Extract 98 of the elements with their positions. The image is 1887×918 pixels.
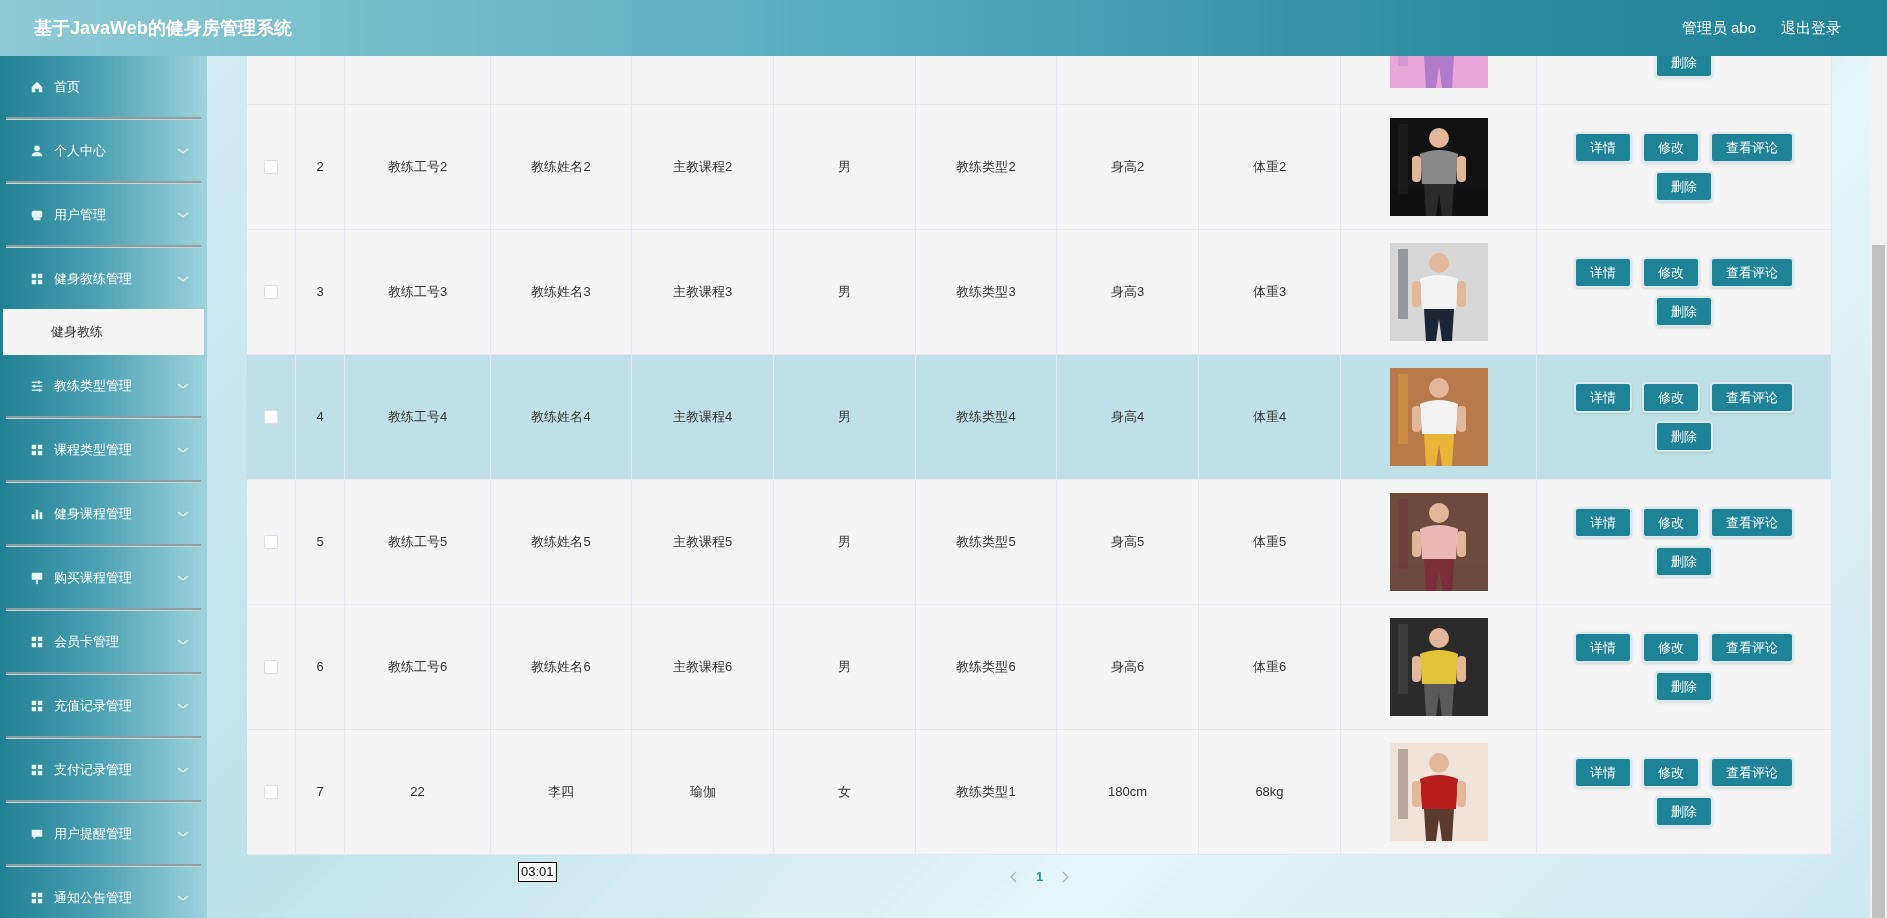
table-cell-text: 身高3: [1110, 283, 1145, 302]
sidebar-item[interactable]: 个人中心: [0, 120, 207, 181]
table-cell-text: 22: [410, 783, 425, 802]
sidebar-item[interactable]: 首页: [0, 56, 207, 117]
action-button[interactable]: 详情: [1574, 132, 1632, 163]
action-button[interactable]: 修改: [1642, 632, 1700, 663]
table-cell-text: 3: [316, 283, 324, 302]
action-button[interactable]: 查看评论: [1710, 132, 1794, 163]
app-title: 基于JavaWeb的健身房管理系统: [34, 16, 292, 40]
sidebar-item[interactable]: 健身教练管理: [0, 248, 207, 309]
page-number[interactable]: 1: [1027, 867, 1052, 887]
table-cell-text: 教练类型6: [956, 658, 1016, 677]
action-button[interactable]: 删除: [1655, 796, 1713, 827]
sidebar-item[interactable]: 充值记录管理: [0, 675, 207, 736]
action-button[interactable]: 修改: [1642, 382, 1700, 413]
table-cell-text: 教练姓名5: [531, 533, 591, 552]
table-row[interactable]: 2 教练工号2 教练姓名2 主教课程2 男 教练类型2 身高2 体重2 详情 修改 查看评论 删除: [247, 105, 1832, 230]
table-cell-text: 男: [838, 158, 851, 177]
table-row[interactable]: 5 教练工号5 教练姓名5 主教课程5 男 教练类型5 身高5 体重5 详情 修改 查看评论 删除: [247, 480, 1832, 605]
action-button[interactable]: 详情: [1574, 507, 1632, 538]
table-cell-text: 男: [838, 408, 851, 427]
table-cell-text: 体重2: [1252, 158, 1287, 177]
table-row[interactable]: 6 教练工号6 教练姓名6 主教课程6 男 教练类型6 身高6 体重6 详情 修改 查看评论 删除: [247, 605, 1832, 730]
sidebar-item[interactable]: 健身课程管理: [0, 483, 207, 544]
table-cell-text: 身高4: [1110, 408, 1145, 427]
sidebar-subitem[interactable]: 健身教练: [3, 309, 204, 355]
sidebar-item[interactable]: 会员卡管理: [0, 611, 207, 672]
action-button[interactable]: 查看评论: [1710, 257, 1794, 288]
table-cell-text: 教练类型1: [956, 783, 1016, 802]
action-button[interactable]: 删除: [1655, 421, 1713, 452]
table-cell-text: 主教课程5: [672, 533, 733, 552]
sidebar-item[interactable]: 教练类型管理: [0, 355, 207, 416]
table-cell-text: 体重4: [1252, 408, 1287, 427]
table-cell-text: 5: [316, 533, 324, 552]
table-cell-text: 身高6: [1110, 658, 1145, 677]
action-button[interactable]: 详情: [1574, 382, 1632, 413]
table-cell-text: 体重5: [1252, 533, 1287, 552]
action-button[interactable]: 查看评论: [1710, 382, 1794, 413]
table-row[interactable]: 4 教练工号4 教练姓名4 主教课程4 男 教练类型4 身高4 体重4 详情 修改 查看评论 删除: [247, 355, 1832, 480]
table-cell-text: 教练类型5: [956, 533, 1016, 552]
table-cell-text: 教练工号6: [387, 658, 448, 677]
table-cell-text: 体重3: [1252, 283, 1287, 302]
action-button[interactable]: 修改: [1642, 757, 1700, 788]
table-cell-text: 教练姓名4: [531, 408, 591, 427]
table-cell-text: 教练工号2: [387, 158, 448, 177]
table-cell-text: 李四: [548, 783, 574, 802]
table-cell-text: 男: [838, 533, 851, 552]
table-cell-text: 2: [316, 158, 324, 177]
table-row[interactable]: 7 22 李四 瑜伽 女 教练类型1 180cm 68kg 详情 修改 查看评论 删除: [247, 730, 1832, 855]
table-cell-text: 教练工号3: [387, 283, 448, 302]
table-cell-text: 教练类型4: [956, 408, 1016, 427]
action-button[interactable]: 删除: [1655, 546, 1713, 577]
sidebar-item[interactable]: 通知公告管理: [0, 867, 207, 918]
action-button[interactable]: 详情: [1574, 257, 1632, 288]
action-button[interactable]: 删除: [1655, 671, 1713, 702]
sidebar-item[interactable]: 课程类型管理: [0, 419, 207, 480]
table-cell-text: 6: [316, 658, 324, 677]
table-cell-text: 教练类型2: [956, 158, 1016, 177]
table-cell-text: 教练类型3: [956, 283, 1016, 302]
table-cell-text: 身高5: [1110, 533, 1145, 552]
table-cell-text: 180cm: [1108, 783, 1147, 802]
action-button[interactable]: 删除: [1655, 56, 1713, 78]
sidebar-item[interactable]: 支付记录管理: [0, 739, 207, 800]
user-name: 管理员 abo: [1681, 17, 1756, 38]
action-button[interactable]: 详情: [1574, 757, 1632, 788]
table-cell-text: 主教课程3: [672, 283, 733, 302]
table-cell-text: 7: [316, 783, 324, 802]
table-cell-text: 身高2: [1110, 158, 1145, 177]
table-cell-text: 瑜伽: [689, 783, 716, 802]
table-cell-text: 4: [316, 408, 324, 427]
table-cell-text: 体重6: [1252, 658, 1287, 677]
table-cell-text: 教练姓名6: [531, 658, 591, 677]
table-cell-text: 主教课程2: [672, 158, 733, 177]
sidebar-item[interactable]: 用户管理: [0, 184, 207, 245]
action-button[interactable]: 修改: [1642, 507, 1700, 538]
table-cell-text: 68kg: [1255, 783, 1284, 802]
action-button[interactable]: 删除: [1655, 296, 1713, 327]
time-tooltip: 03:01: [518, 862, 557, 882]
sidebar-item[interactable]: 用户提醒管理: [0, 803, 207, 864]
action-button[interactable]: 查看评论: [1710, 757, 1794, 788]
table-cell-text: 教练姓名3: [531, 283, 591, 302]
logout-link[interactable]: 退出登录: [1781, 16, 1841, 40]
action-button[interactable]: 查看评论: [1710, 632, 1794, 663]
action-button[interactable]: 详情: [1574, 632, 1632, 663]
action-button[interactable]: 查看评论: [1710, 507, 1794, 538]
table-cell-text: 男: [838, 658, 851, 677]
table-cell-text: 主教课程6: [672, 658, 733, 677]
table-cell-text: 男: [838, 283, 851, 302]
table-row[interactable]: 3 教练工号3 教练姓名3 主教课程3 男 教练类型3 身高3 体重3 详情 修改 查看评论 删除: [247, 230, 1832, 355]
table-cell-text: 主教课程4: [672, 408, 733, 427]
table-cell-text: 教练姓名2: [531, 158, 591, 177]
table-cell-text: 教练工号4: [387, 408, 448, 427]
action-button[interactable]: 删除: [1655, 171, 1713, 202]
action-button[interactable]: 修改: [1642, 132, 1700, 163]
table-cell-text: 女: [838, 783, 851, 802]
table-cell-text: 教练工号5: [387, 533, 448, 552]
action-button[interactable]: 修改: [1642, 257, 1700, 288]
sidebar-item[interactable]: 购买课程管理: [0, 547, 207, 608]
